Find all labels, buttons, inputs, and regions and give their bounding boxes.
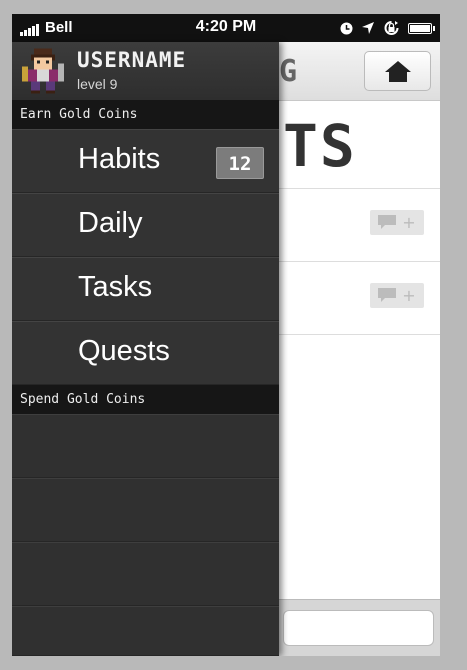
drawer-item-label: Daily <box>78 207 143 239</box>
user-level: level 9 <box>77 76 118 92</box>
battery-icon <box>408 22 435 34</box>
nav-title: G <box>279 54 298 89</box>
text-input[interactable] <box>283 610 434 646</box>
drawer-empty-row[interactable] <box>12 478 279 542</box>
home-icon <box>384 61 411 82</box>
drawer-empty-row[interactable] <box>12 606 279 656</box>
drawer-item-label: Quests <box>78 335 170 367</box>
list-item[interactable]: + <box>279 189 440 262</box>
phone-screen: Bell 4:20 PM G TS + + USERNAME level 9 E… <box>12 14 440 656</box>
clock-icon <box>340 22 353 34</box>
add-note-plus: + <box>402 286 416 305</box>
list-item[interactable]: + <box>279 262 440 335</box>
drawer-item-tasks[interactable]: Tasks <box>12 257 279 321</box>
location-arrow-icon <box>362 22 374 34</box>
drawer-empty-row[interactable] <box>12 414 279 478</box>
username: USERNAME <box>77 48 187 72</box>
bottom-bar <box>279 599 440 656</box>
drawer-item-quests[interactable]: Quests <box>12 321 279 385</box>
home-button[interactable] <box>364 51 431 91</box>
drawer-empty-row[interactable] <box>12 542 279 606</box>
status-icons <box>340 20 435 36</box>
main-content: G TS + + <box>279 42 440 656</box>
spend-section-header: Spend Gold Coins <box>12 385 279 414</box>
avatar <box>22 48 64 94</box>
nav-bar: G <box>279 42 440 101</box>
page-heading-text: TS <box>283 112 357 180</box>
drawer-item-label: Tasks <box>78 271 153 303</box>
rotation-lock-icon <box>384 21 399 35</box>
drawer-item-habits[interactable]: Habits 12 <box>12 129 279 193</box>
add-note-button[interactable]: + <box>370 283 424 308</box>
profile-header[interactable]: USERNAME level 9 <box>12 42 279 100</box>
add-note-button[interactable]: + <box>370 210 424 235</box>
page-heading: TS <box>279 102 440 189</box>
earn-section-header: Earn Gold Coins <box>12 100 279 129</box>
comment-icon <box>378 215 397 229</box>
status-bar: Bell 4:20 PM <box>12 14 440 42</box>
add-note-plus: + <box>402 213 416 232</box>
comment-icon <box>378 288 397 302</box>
habits-count-badge: 12 <box>216 147 264 179</box>
drawer-item-daily[interactable]: Daily <box>12 193 279 257</box>
side-drawer: USERNAME level 9 Earn Gold Coins Habits … <box>12 42 279 656</box>
drawer-item-label: Habits <box>78 143 161 175</box>
